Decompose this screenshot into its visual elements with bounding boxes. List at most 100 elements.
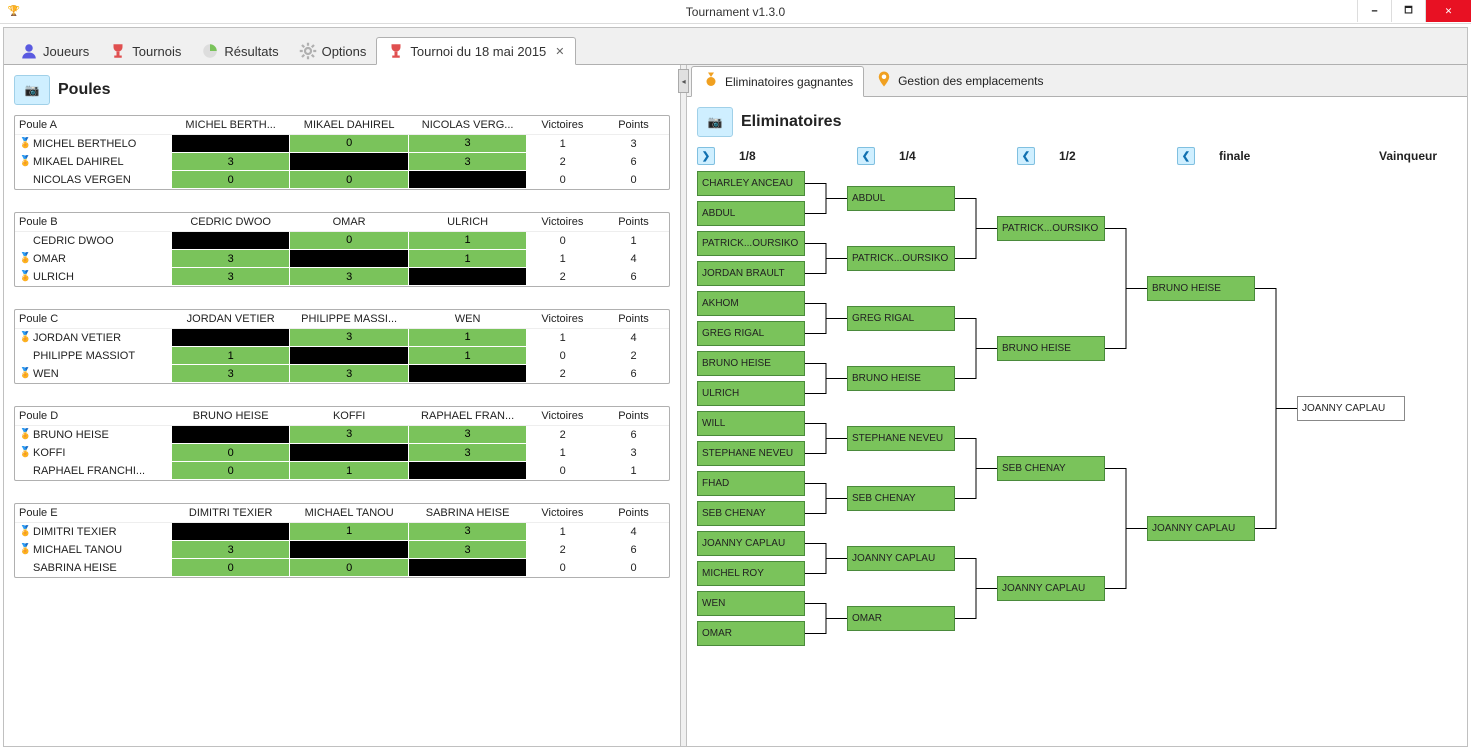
score-cell[interactable]: 1 xyxy=(408,347,526,365)
bracket-slot-r8[interactable]: ABDUL xyxy=(847,186,955,211)
score-cell[interactable] xyxy=(290,444,408,462)
bracket-slot-r4[interactable]: PATRICK...OURSIKO xyxy=(997,216,1105,241)
bracket-slot-r16[interactable]: PATRICK...OURSIKO xyxy=(697,231,805,256)
score-cell[interactable] xyxy=(171,231,289,250)
bracket-slot-winner[interactable]: JOANNY CAPLAU xyxy=(1297,396,1405,421)
score-cell[interactable] xyxy=(290,347,408,365)
bracket-slot-r4[interactable]: JOANNY CAPLAU xyxy=(997,576,1105,601)
score-cell[interactable]: 3 xyxy=(171,153,289,171)
score-cell[interactable]: 3 xyxy=(408,522,526,541)
score-cell[interactable]: 3 xyxy=(408,444,526,462)
toolbar-tab-2[interactable]: Résultats xyxy=(191,38,288,64)
bracket-slot-r16[interactable]: ULRICH xyxy=(697,381,805,406)
bracket-slot-r16[interactable]: CHARLEY ANCEAU xyxy=(697,171,805,196)
bracket-slot-r8[interactable]: OMAR xyxy=(847,606,955,631)
score-cell[interactable] xyxy=(408,268,526,286)
score-cell[interactable] xyxy=(171,328,289,347)
bracket-slot-r16[interactable]: MICHEL ROY xyxy=(697,561,805,586)
score-cell[interactable]: 3 xyxy=(408,153,526,171)
score-cell[interactable]: 3 xyxy=(290,425,408,444)
score-cell[interactable] xyxy=(171,522,289,541)
score-cell[interactable] xyxy=(290,250,408,268)
bracket-slot-r16[interactable]: OMAR xyxy=(697,621,805,646)
nav-left-icon[interactable]: ❮ xyxy=(1177,147,1195,165)
bracket-slot-r8[interactable]: BRUNO HEISE xyxy=(847,366,955,391)
right-tab-0[interactable]: Eliminatoires gagnantes xyxy=(691,66,864,97)
score-cell[interactable]: 0 xyxy=(171,462,289,480)
score-cell[interactable]: 1 xyxy=(408,231,526,250)
toolbar-tab-3[interactable]: Options xyxy=(289,38,377,64)
score-cell[interactable]: 1 xyxy=(290,522,408,541)
score-cell[interactable] xyxy=(171,134,289,153)
bracket-slot-r2[interactable]: BRUNO HEISE xyxy=(1147,276,1255,301)
score-cell[interactable] xyxy=(290,153,408,171)
score-cell[interactable]: 1 xyxy=(408,250,526,268)
bracket-slot-r4[interactable]: BRUNO HEISE xyxy=(997,336,1105,361)
screenshot-button[interactable]: 📷 xyxy=(697,107,733,137)
bracket-slot-r16[interactable]: JORDAN BRAULT xyxy=(697,261,805,286)
nav-left-icon[interactable]: ❮ xyxy=(1017,147,1035,165)
bracket-slot-r16[interactable]: GREG RIGAL xyxy=(697,321,805,346)
score-cell[interactable]: 0 xyxy=(290,231,408,250)
score-cell[interactable]: 0 xyxy=(290,171,408,189)
score-cell[interactable]: 1 xyxy=(171,347,289,365)
bracket-slot-r16[interactable]: BRUNO HEISE xyxy=(697,351,805,376)
bracket-slot-r16[interactable]: STEPHANE NEVEU xyxy=(697,441,805,466)
score-cell[interactable]: 3 xyxy=(171,268,289,286)
right-tab-1[interactable]: Gestion des emplacements xyxy=(864,65,1054,96)
score-cell[interactable]: 0 xyxy=(290,134,408,153)
score-cell[interactable]: 3 xyxy=(290,328,408,347)
score-cell[interactable]: 3 xyxy=(408,541,526,559)
toolbar-tab-4[interactable]: Tournoi du 18 mai 2015✕ xyxy=(376,37,575,65)
poule-col-header: Victoires xyxy=(527,407,598,425)
score-cell[interactable]: 1 xyxy=(408,328,526,347)
score-cell[interactable] xyxy=(408,365,526,383)
medal-icon xyxy=(19,367,31,381)
pie-icon xyxy=(201,42,219,60)
score-cell[interactable]: 0 xyxy=(171,444,289,462)
splitter-handle-icon[interactable]: ◂ xyxy=(678,69,689,93)
score-cell[interactable]: 3 xyxy=(171,250,289,268)
nav-left-icon[interactable]: ❮ xyxy=(857,147,875,165)
score-cell[interactable] xyxy=(408,171,526,189)
close-button[interactable]: ✕ xyxy=(1425,0,1471,22)
score-cell[interactable]: 3 xyxy=(290,365,408,383)
bracket-slot-r16[interactable]: WEN xyxy=(697,591,805,616)
toolbar-tab-0[interactable]: Joueurs xyxy=(10,38,99,64)
bracket-slot-r16[interactable]: FHAD xyxy=(697,471,805,496)
bracket-slot-r4[interactable]: SEB CHENAY xyxy=(997,456,1105,481)
bracket-slot-r8[interactable]: STEPHANE NEVEU xyxy=(847,426,955,451)
score-cell[interactable] xyxy=(290,541,408,559)
bracket-slot-r16[interactable]: AKHOM xyxy=(697,291,805,316)
score-cell[interactable]: 3 xyxy=(290,268,408,286)
score-cell[interactable]: 1 xyxy=(290,462,408,480)
score-cell[interactable] xyxy=(408,559,526,577)
score-cell[interactable]: 0 xyxy=(290,559,408,577)
score-cell[interactable]: 3 xyxy=(171,541,289,559)
window-title: Tournament v1.3.0 xyxy=(686,5,785,19)
bracket-slot-r16[interactable]: WILL xyxy=(697,411,805,436)
bracket-slot-r8[interactable]: GREG RIGAL xyxy=(847,306,955,331)
score-cell[interactable] xyxy=(408,462,526,480)
bracket-slot-r8[interactable]: JOANNY CAPLAU xyxy=(847,546,955,571)
bracket-slot-r16[interactable]: JOANNY CAPLAU xyxy=(697,531,805,556)
splitter[interactable]: ◂ xyxy=(681,65,687,746)
screenshot-button[interactable]: 📷 xyxy=(14,75,50,105)
score-cell[interactable] xyxy=(171,425,289,444)
close-tab-icon[interactable]: ✕ xyxy=(555,45,564,58)
bracket-slot-r16[interactable]: SEB CHENAY xyxy=(697,501,805,526)
bracket-slot-r8[interactable]: SEB CHENAY xyxy=(847,486,955,511)
bracket-slot-r8[interactable]: PATRICK...OURSIKO xyxy=(847,246,955,271)
bracket-slot-r16[interactable]: ABDUL xyxy=(697,201,805,226)
score-cell[interactable]: 3 xyxy=(408,134,526,153)
toolbar-tab-1[interactable]: Tournois xyxy=(99,38,191,64)
maximize-button[interactable]: 🗖 xyxy=(1391,0,1425,22)
content-area: 📷 Poules Poule AMICHEL BERTH...MIKAEL DA… xyxy=(4,64,1467,746)
score-cell[interactable]: 3 xyxy=(171,365,289,383)
minimize-button[interactable]: 🗕 xyxy=(1357,0,1391,22)
bracket-slot-r2[interactable]: JOANNY CAPLAU xyxy=(1147,516,1255,541)
score-cell[interactable]: 0 xyxy=(171,559,289,577)
score-cell[interactable]: 3 xyxy=(408,425,526,444)
score-cell[interactable]: 0 xyxy=(171,171,289,189)
nav-right-icon[interactable]: ❯ xyxy=(697,147,715,165)
